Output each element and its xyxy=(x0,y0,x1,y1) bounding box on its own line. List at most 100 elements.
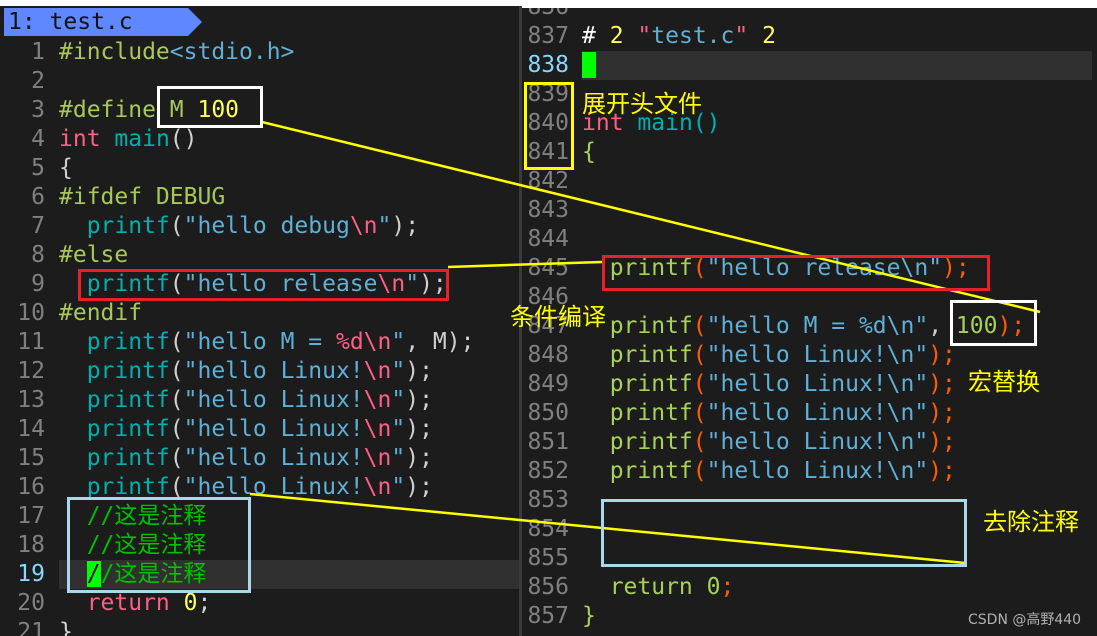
code-line[interactable]: 18 //这是注释 xyxy=(0,531,520,560)
label-macro-replace: 宏替换 xyxy=(968,368,1040,396)
code-text: { xyxy=(59,154,73,183)
code-token: ); xyxy=(928,371,956,397)
line-number: 840 xyxy=(527,110,569,136)
code-token: ); xyxy=(391,213,420,239)
code-text: printf("hello Linux!\n"); xyxy=(582,428,956,457)
code-line[interactable]: 15 printf("hello Linux!\n"); xyxy=(0,444,520,473)
code-line[interactable]: 19 //这是注释 xyxy=(0,560,520,589)
code-line[interactable]: 851 printf("hello Linux!\n"); xyxy=(522,428,1097,457)
code-token: " xyxy=(391,474,406,500)
code-token: "hello Linux!\n" xyxy=(706,458,929,484)
code-token: "hello debug xyxy=(183,213,350,239)
code-token: %d\n xyxy=(335,329,392,355)
code-text: printf("hello Linux!\n"); xyxy=(59,444,433,473)
code-line[interactable]: 852 printf("hello Linux!\n"); xyxy=(522,457,1097,486)
code-token: () xyxy=(169,126,198,152)
line-number: 852 xyxy=(527,458,569,484)
code-token: ( xyxy=(692,371,707,397)
code-line[interactable]: 20 return 0; xyxy=(0,589,520,618)
code-token: 100 xyxy=(197,97,240,123)
code-line[interactable]: 7 printf("hello debug\n"); xyxy=(0,212,520,241)
line-number: 10 xyxy=(17,300,45,326)
code-text: printf("hello Linux!\n"); xyxy=(59,415,433,444)
line-number: 856 xyxy=(527,574,569,600)
code-token: ( xyxy=(169,445,184,471)
code-text: printf("hello release\n"); xyxy=(59,270,447,299)
code-token: ( xyxy=(692,255,707,281)
code-line[interactable]: 855 xyxy=(522,544,1097,573)
code-token: "hello Linux!\n" xyxy=(706,371,929,397)
code-token: "hello Linux! xyxy=(183,445,364,471)
code-line[interactable]: 847 printf("hello M = %d\n", 100); xyxy=(522,312,1097,341)
code-token: "hello Linux!\n" xyxy=(706,342,929,368)
line-number: 11 xyxy=(17,329,45,355)
cursor-line-highlight xyxy=(582,51,1092,80)
code-line[interactable]: 850 printf("hello Linux!\n"); xyxy=(522,399,1097,428)
code-token: printf xyxy=(582,400,693,426)
code-line[interactable]: 838 xyxy=(522,51,1097,80)
code-text: # 2 "test.c" 2 xyxy=(582,22,776,51)
code-token: ); xyxy=(405,474,433,500)
code-line[interactable]: 836 xyxy=(522,8,1097,22)
code-token: ); xyxy=(928,429,956,455)
line-number: 17 xyxy=(17,503,45,529)
code-token: ( xyxy=(169,416,184,442)
code-token: printf xyxy=(582,255,693,281)
code-token: printf xyxy=(582,458,693,484)
code-token: "hello Linux! xyxy=(183,358,364,384)
code-line[interactable]: 12 printf("hello Linux!\n"); xyxy=(0,357,520,386)
code-line[interactable]: 2 xyxy=(0,67,520,96)
code-line[interactable]: 17 //这是注释 xyxy=(0,502,520,531)
code-line[interactable]: 1 #include<stdio.h> xyxy=(0,38,520,67)
code-token: 0 xyxy=(183,590,198,616)
line-number: 21 xyxy=(17,619,45,636)
code-line[interactable]: 9 printf("hello release\n"); xyxy=(0,270,520,299)
code-token: " xyxy=(405,271,420,297)
code-token: ); xyxy=(405,387,433,413)
code-text: #include<stdio.h> xyxy=(59,38,294,67)
code-line[interactable]: 6 #ifdef DEBUG xyxy=(0,183,520,212)
code-line[interactable]: 13 printf("hello Linux!\n"); xyxy=(0,386,520,415)
code-token: "hello M = xyxy=(183,329,336,355)
code-token: ); xyxy=(405,416,433,442)
left-editor-pane[interactable]: 1: test.c 1 #include<stdio.h> 2 3 #define M … xyxy=(0,6,520,636)
line-number: 14 xyxy=(17,416,45,442)
code-token: ; xyxy=(720,574,735,600)
code-line[interactable]: 842 xyxy=(522,167,1097,196)
code-line[interactable]: 14 printf("hello Linux!\n"); xyxy=(0,415,520,444)
code-token: ( xyxy=(169,271,184,297)
code-token: " xyxy=(377,213,392,239)
code-line[interactable]: 16 printf("hello Linux!\n"); xyxy=(0,473,520,502)
code-line[interactable]: 4 int main() xyxy=(0,125,520,154)
code-text: } xyxy=(59,618,73,636)
code-token: "hello M = %d\n" xyxy=(706,313,929,339)
code-token: "hello Linux! xyxy=(183,387,364,413)
code-line[interactable]: 844 xyxy=(522,225,1097,254)
line-number: 837 xyxy=(527,23,569,49)
code-line[interactable]: 856 return 0; xyxy=(522,573,1097,602)
code-line[interactable]: 837 # 2 "test.c" 2 xyxy=(522,22,1097,51)
code-line[interactable]: 845 printf("hello release\n"); xyxy=(522,254,1097,283)
code-line[interactable]: 10 #endif xyxy=(0,299,520,328)
code-token: \n xyxy=(363,387,392,413)
buffer-tab[interactable]: 1: test.c xyxy=(4,8,202,36)
code-line[interactable]: 5{ xyxy=(0,154,520,183)
line-number: 8 xyxy=(31,242,45,268)
line-number: 6 xyxy=(31,184,45,210)
code-text: printf("hello M = %d\n", M); xyxy=(59,328,475,357)
code-token: printf xyxy=(59,474,170,500)
code-line[interactable]: 843 xyxy=(522,196,1097,225)
code-line[interactable]: 11 printf("hello M = %d\n", M); xyxy=(0,328,520,357)
line-number: 853 xyxy=(527,487,569,513)
code-line[interactable]: 841 { xyxy=(522,138,1097,167)
code-line[interactable]: 3 #define M 100 xyxy=(0,96,520,125)
code-line[interactable]: 846 xyxy=(522,283,1097,312)
code-line[interactable]: 21} xyxy=(0,618,520,636)
watermark: CSDN @高野440 xyxy=(968,612,1082,628)
line-number: 5 xyxy=(31,155,45,181)
code-line[interactable]: 8 #else xyxy=(0,241,520,270)
code-token: { xyxy=(582,139,596,165)
